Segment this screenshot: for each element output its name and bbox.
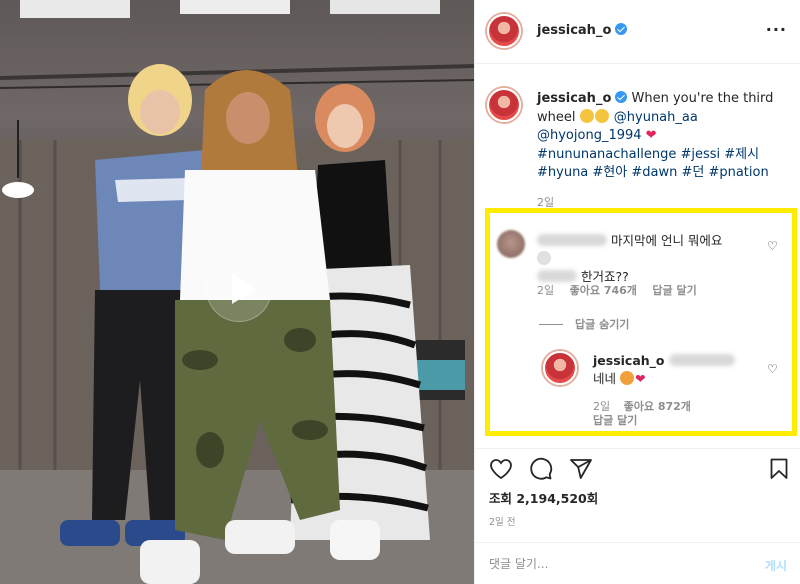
username-text[interactable]: jessicah_o (537, 23, 611, 38)
blurred-mention[interactable] (668, 354, 735, 366)
play-icon[interactable] (206, 256, 272, 322)
action-bar (475, 448, 800, 488)
comment-text: 마지막에 언니 뭐에요 한거죠?? (537, 232, 737, 286)
reply-username[interactable]: jessicah_o (593, 353, 665, 368)
comment-body: 마지막에 언니 뭐에요 (610, 233, 723, 248)
hide-replies-button[interactable]: 답글 숨기기 (539, 316, 629, 332)
verified-badge-icon (615, 23, 628, 35)
header-username-link[interactable]: jessicah_o (537, 23, 628, 38)
post-side-panel: jessicah_o ··· jessicah_o When you're th… (474, 0, 800, 584)
flushed-emoji-icon (579, 108, 594, 123)
comment-input[interactable] (489, 553, 729, 575)
post-date: 2일 전 (489, 517, 516, 528)
comment-time: 2일 (537, 284, 555, 297)
blurred-text (537, 270, 577, 282)
hide-replies-label[interactable]: 답글 숨기기 (575, 318, 629, 331)
share-icon[interactable] (569, 457, 593, 481)
reply-avatar[interactable] (543, 351, 577, 385)
like-reply-heart-icon[interactable]: ♡ (767, 363, 779, 375)
red-heart-emoji-icon: ❤ (635, 371, 646, 386)
verified-badge-icon (615, 91, 628, 103)
post-comment-button[interactable]: 게시 (765, 557, 787, 574)
blurred-username[interactable] (537, 234, 607, 246)
red-heart-emoji-icon: ❤ (645, 128, 657, 143)
mention-link[interactable]: @hyojong_1994 (537, 128, 642, 143)
reply-meta: 2일 좋아요 872개 답글 달기 (593, 400, 701, 428)
blurred-avatar[interactable] (497, 230, 525, 258)
reply-text: jessicah_o 네네 ❤ (593, 352, 763, 388)
divider (539, 324, 563, 325)
worried-emoji-icon (620, 371, 634, 385)
caption-line: When you're the third (631, 91, 774, 106)
more-options-icon[interactable]: ··· (766, 20, 787, 39)
post-video[interactable] (0, 0, 474, 584)
reply-likes[interactable]: 좋아요 872개 (624, 400, 691, 413)
comment-form: 게시 (475, 542, 800, 584)
caption-username[interactable]: jessicah_o (537, 91, 611, 106)
reply-button[interactable]: 답글 달기 (652, 284, 696, 297)
post-header: jessicah_o ··· (475, 0, 800, 64)
bookmark-icon[interactable] (767, 457, 791, 481)
emoji-icon (537, 251, 551, 265)
reply-body: 네네 (593, 371, 617, 386)
comment-likes[interactable]: 좋아요 746개 (570, 284, 637, 297)
hashtag-links[interactable]: #nununanachallenge #jessi #제시 (537, 147, 759, 162)
comment-meta: 2일 좋아요 746개 답글 달기 (537, 282, 709, 298)
reply-time: 2일 (593, 400, 611, 413)
view-count[interactable]: 조회 2,194,520회 (489, 488, 598, 507)
caption-avatar[interactable] (487, 88, 521, 122)
caption-line: wheel (537, 109, 576, 125)
hashtag-links[interactable]: #hyuna #현아 #dawn #던 #pnation (537, 165, 769, 180)
avatar[interactable] (487, 14, 521, 48)
instagram-post-view: jessicah_o ··· jessicah_o When you're th… (0, 0, 800, 584)
like-comment-heart-icon[interactable]: ♡ (767, 240, 779, 252)
comment-icon[interactable] (529, 457, 553, 481)
caption-text: jessicah_o When you're the third wheel @… (537, 90, 787, 183)
heart-icon[interactable] (489, 457, 513, 481)
mention-link[interactable]: @hyunah_aa (614, 110, 698, 125)
flushed-emoji-icon (594, 108, 609, 123)
reply-button[interactable]: 답글 달기 (593, 414, 637, 427)
